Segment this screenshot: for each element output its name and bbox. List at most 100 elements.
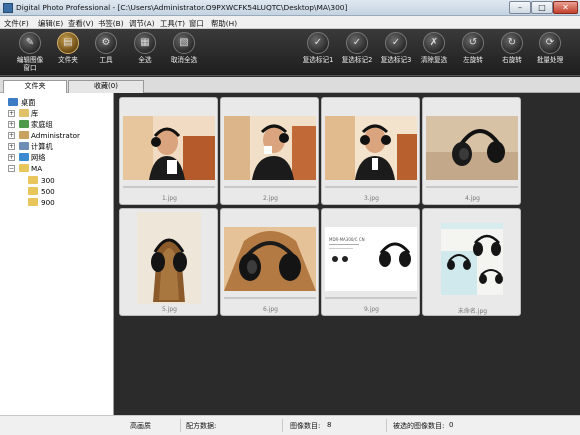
check-mark-3-icon: ✓ [385,32,407,54]
desktop-icon [8,98,18,106]
expand-icon[interactable]: + [8,132,15,139]
thumbnail-grid: 1.jpg 2.jpg 3.jpg 4.jpg 5.jpg 6.jpg MDR-… [115,93,580,415]
thumbnail-9[interactable]: MDR-MA300/C CN 9.jpg [321,208,420,316]
menu-adjust[interactable]: 调节(A) [129,18,155,29]
user-folder-icon [19,131,29,139]
toolbar: ✎ 编辑图像 窗口 ▤ 文件夹 ⚙ 工具 ▦ 全选 ▧ 取消全选 ✓ 复选标记1 … [0,29,580,76]
homegroup-icon [19,120,29,128]
product-sheet-title: MDR-MA300/C CN [329,237,365,242]
menu-window[interactable]: 窗口 [189,18,204,29]
thumbnail-filename: 5.jpg [161,306,177,313]
folder-icon [28,187,38,195]
folder-icon: ▤ [57,32,79,54]
folder-icon [28,198,38,206]
status-bar: 高画质 配方数据: 图像数目: 8 被选的图像数目: 0 [0,415,580,435]
check-mark-2-button[interactable]: ✓ 复选标记2 [337,32,377,74]
select-all-button[interactable]: ▦ 全选 [125,32,165,74]
thumbnail-filename: 未命名.jpg [457,308,488,315]
folder-icon [19,164,29,172]
batch-process-icon: ⟳ [539,32,561,54]
window-title: Digital Photo Professional - [C:\Users\A… [16,3,348,12]
title-bar: Digital Photo Professional - [C:\Users\A… [0,0,580,16]
photo-product-sheet: MDR-MA300/C CN [325,227,417,291]
rotate-right-button[interactable]: ↻ 右旋转 [492,32,532,74]
expand-icon[interactable]: + [8,121,15,128]
menu-bookmark[interactable]: 书签(B) [98,18,124,29]
panel-tabs: 文件夹 收藏(0) [0,77,580,93]
rotate-left-button[interactable]: ↺ 左旋转 [453,32,493,74]
photo-headphones-stand [137,212,201,304]
tree-node-network[interactable]: + 网络 [8,152,108,163]
tree-node-ma[interactable]: − MA [8,163,108,174]
thumbnail-3[interactable]: 3.jpg [321,97,420,205]
tree-node-desktop[interactable]: 桌面 [6,97,106,108]
menu-view[interactable]: 查看(V) [68,18,94,29]
rotate-left-icon: ↺ [462,32,484,54]
check-mark-3-button[interactable]: ✓ 复选标记3 [376,32,416,74]
thumbnail-filename: 4.jpg [464,195,480,202]
menu-file[interactable]: 文件(F) [4,18,29,29]
photo-man-headphones [123,116,215,180]
photo-headphones-closeup [224,227,316,291]
thumbnail-filename: 3.jpg [363,195,379,202]
folder-button[interactable]: ▤ 文件夹 [48,32,88,74]
tree-node-homegroup[interactable]: + 家庭组 [8,119,108,130]
thumbnail-4[interactable]: 4.jpg [422,97,521,205]
selected-count: 0 [449,421,454,429]
library-icon [19,109,29,117]
selected-count-label: 被选的图像数目: [393,422,445,430]
maximize-button[interactable]: □ [531,1,553,14]
image-count-label: 图像数目: [290,422,321,430]
check-mark-2-icon: ✓ [346,32,368,54]
tab-folder[interactable]: 文件夹 [3,80,67,93]
edit-image-window-icon: ✎ [19,32,41,54]
tree-node-computer[interactable]: + 计算机 [8,141,108,152]
clear-check-button[interactable]: ✗ 清除复选 [414,32,454,74]
thumbnail-filename: 1.jpg [161,195,177,202]
deselect-all-icon: ▧ [173,32,195,54]
check-mark-1-button[interactable]: ✓ 复选标记1 [298,32,338,74]
recipe-data-label: 配方数据: [186,422,217,430]
check-mark-1-icon: ✓ [307,32,329,54]
photo-headphones-dark [426,116,518,180]
menu-bar: 文件(F) 编辑(E) 查看(V) 书签(B) 调节(A) 工具(T) 窗口 帮… [0,16,580,29]
folder-tree: 桌面 + 库 + 家庭组 + Administrator + 计算机 + 网络 … [0,93,114,415]
thumbnail-1[interactable]: 1.jpg [119,97,218,205]
expand-icon[interactable]: + [8,154,15,161]
photo-man-headphones-2 [325,116,417,180]
deselect-all-button[interactable]: ▧ 取消全选 [164,32,204,74]
photo-man-drinking [224,116,316,180]
tree-node-500[interactable]: 500 [28,186,108,197]
tree-node-administrator[interactable]: + Administrator [8,130,108,141]
thumbnail-untitled[interactable]: 未命名.jpg [422,208,521,316]
network-icon [19,153,29,161]
batch-process-button[interactable]: ⟳ 批量处理 [530,32,570,74]
tools-icon: ⚙ [95,32,117,54]
tab-favorites[interactable]: 收藏(0) [68,80,144,93]
minimize-button[interactable]: – [509,1,531,14]
rotate-right-icon: ↻ [501,32,523,54]
thumbnail-filename: 9.jpg [363,306,379,313]
expand-icon[interactable]: + [8,143,15,150]
thumbnail-2[interactable]: 2.jpg [220,97,319,205]
thumbnail-5[interactable]: 5.jpg [119,208,218,316]
close-button[interactable]: ✕ [553,1,578,14]
tree-node-900[interactable]: 900 [28,197,108,208]
app-icon [3,3,13,13]
quality-indicator: 高画质 [130,422,151,430]
tools-button[interactable]: ⚙ 工具 [86,32,126,74]
edit-image-window-button[interactable]: ✎ 编辑图像 窗口 [10,32,50,74]
menu-tools[interactable]: 工具(T) [160,18,185,29]
thumbnail-filename: 6.jpg [262,306,278,313]
computer-icon [19,142,29,150]
expand-icon[interactable]: + [8,110,15,117]
collapse-icon[interactable]: − [8,165,15,172]
tree-node-300[interactable]: 300 [28,175,108,186]
thumbnail-6[interactable]: 6.jpg [220,208,319,316]
menu-help[interactable]: 帮助(H) [211,18,237,29]
tree-node-library[interactable]: + 库 [8,108,108,119]
folder-icon [28,176,38,184]
select-all-icon: ▦ [134,32,156,54]
photo-product-ad [441,223,503,295]
menu-edit[interactable]: 编辑(E) [38,18,63,29]
